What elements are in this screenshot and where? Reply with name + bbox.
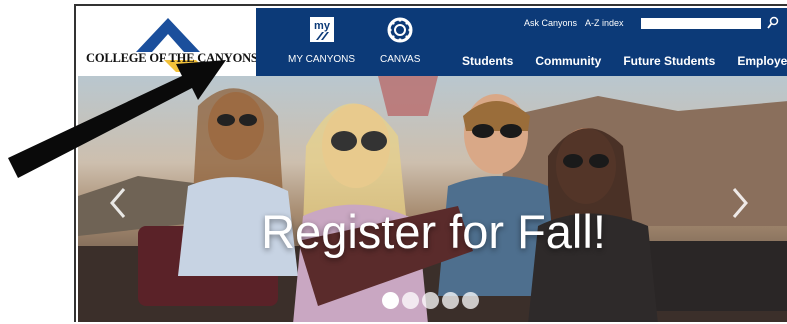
az-index-link[interactable]: A-Z index [585, 18, 624, 28]
hero-photo [78, 76, 787, 322]
hero-title: Register for Fall! [261, 205, 606, 258]
browser-frame: COLLEGE OF THE CANYONS my MY CANYONS CAN… [74, 4, 787, 322]
svg-text:my: my [314, 20, 331, 32]
canvas-icon [387, 17, 413, 43]
slide-dot-4[interactable] [442, 292, 459, 309]
ask-canyons-link[interactable]: Ask Canyons [524, 18, 577, 28]
slide-dot-3[interactable] [422, 292, 439, 309]
nav-employees[interactable]: Employees [737, 54, 787, 68]
top-navbar: my MY CANYONS CANVAS Ask Canyons A-Z ind… [256, 8, 787, 76]
slide-indicators [382, 292, 479, 309]
utility-links: Ask Canyons A-Z index [524, 18, 624, 28]
college-logo[interactable]: COLLEGE OF THE CANYONS [78, 8, 258, 76]
slide-dot-2[interactable] [402, 292, 419, 309]
slide-dot-1[interactable] [382, 292, 399, 309]
search-input[interactable] [641, 18, 761, 29]
logo-text: COLLEGE OF THE CANYONS [86, 51, 258, 65]
search-icon[interactable] [767, 16, 779, 30]
my-canyons-label: MY CANYONS [288, 54, 356, 65]
nav-future-students[interactable]: Future Students [623, 54, 715, 68]
main-navigation: Students Community Future Students Emplo… [462, 54, 787, 68]
nav-students[interactable]: Students [462, 54, 513, 68]
my-canyons-link[interactable]: my MY CANYONS [288, 16, 355, 72]
slide-dot-5[interactable] [462, 292, 479, 309]
canvas-label: CANVAS [380, 54, 421, 65]
my-canyons-icon: my [309, 17, 334, 42]
nav-community[interactable]: Community [535, 54, 601, 68]
canvas-link[interactable]: CANVAS [380, 16, 420, 72]
hero-banner[interactable]: Register for Fall! [78, 76, 787, 322]
